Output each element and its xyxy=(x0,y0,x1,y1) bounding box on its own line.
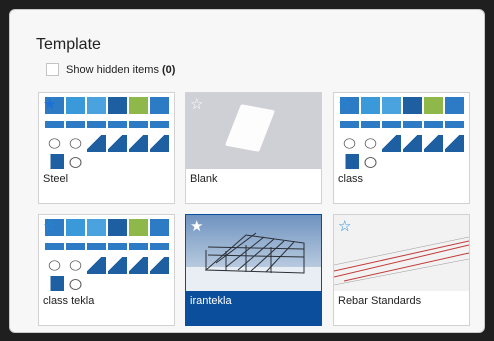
steel-profile-icon xyxy=(87,238,106,255)
steel-profile-icon xyxy=(66,97,85,114)
template-label: class xyxy=(338,173,364,185)
steel-profile-icon xyxy=(108,97,127,114)
steel-profile-icon xyxy=(45,116,64,133)
steel-profile-icon xyxy=(108,257,127,274)
star-outline-icon[interactable]: ☆ xyxy=(43,219,56,234)
star-filled-icon[interactable]: ★ xyxy=(190,219,203,234)
steel-profile-icon xyxy=(150,257,169,274)
steel-profile-icon xyxy=(129,97,148,114)
panel-title: Template xyxy=(36,36,101,53)
template-label: class tekla xyxy=(43,295,95,307)
steel-profile-icon xyxy=(108,116,127,133)
steel-profile-icon xyxy=(45,257,64,274)
steel-profile-icon xyxy=(45,276,64,291)
steel-profile-icon xyxy=(66,135,85,152)
class-thumbnail xyxy=(334,93,469,169)
steel-profile-icon xyxy=(45,238,64,255)
class-tekla-thumbnail xyxy=(39,215,174,291)
steel-profile-icon xyxy=(150,135,169,152)
steel-profile-icon xyxy=(66,219,85,236)
steel-profile-icon xyxy=(150,116,169,133)
blank-thumbnail xyxy=(186,93,321,169)
star-outline-icon[interactable]: ☆ xyxy=(338,219,351,234)
template-label: Rebar Standards xyxy=(338,295,422,307)
steel-profile-icon xyxy=(66,257,85,274)
steel-profile-icon xyxy=(45,154,64,169)
steel-profile-icon xyxy=(66,116,85,133)
show-hidden-label[interactable]: Show hidden items (0) xyxy=(66,64,175,76)
steel-profile-icon xyxy=(340,116,359,133)
rebar-thumbnail xyxy=(334,215,469,291)
steel-profile-icon xyxy=(87,219,106,236)
steel-profile-icon xyxy=(361,116,380,133)
steel-profile-icon xyxy=(403,116,422,133)
template-label: Steel xyxy=(43,173,69,185)
steel-profile-icon xyxy=(445,135,464,152)
steel-profile-icon xyxy=(340,154,359,169)
template-card-class-tekla[interactable]: ☆ class tekla xyxy=(38,214,175,326)
steel-profile-icon xyxy=(129,257,148,274)
steel-profile-icon xyxy=(361,135,380,152)
template-card-irantekla[interactable]: ★ irantekla xyxy=(185,214,322,326)
steel-profile-icon xyxy=(129,116,148,133)
template-label: Blank xyxy=(190,173,218,185)
steel-profile-icon xyxy=(87,116,106,133)
steel-thumbnail xyxy=(39,93,174,169)
structure-render-image xyxy=(186,215,321,291)
steel-profile-icon xyxy=(108,219,127,236)
template-label: irantekla xyxy=(190,295,232,307)
steel-profile-icon xyxy=(66,238,85,255)
steel-profile-icon xyxy=(382,116,401,133)
steel-profile-icon xyxy=(129,219,148,236)
steel-profile-icon xyxy=(150,219,169,236)
template-card-class[interactable]: ☆ class xyxy=(333,92,470,204)
hidden-count: (0) xyxy=(162,64,176,76)
steel-profile-icon xyxy=(403,97,422,114)
steel-profile-icon xyxy=(129,238,148,255)
irantekla-thumbnail xyxy=(186,215,321,291)
steel-profile-icon xyxy=(361,154,380,169)
steel-profile-icon xyxy=(361,97,380,114)
steel-profile-icon xyxy=(66,276,85,291)
template-card-blank[interactable]: ☆ Blank xyxy=(185,92,322,204)
steel-profile-icon xyxy=(424,135,443,152)
steel-profile-icon xyxy=(403,135,422,152)
steel-profile-icon xyxy=(108,238,127,255)
steel-profile-icon xyxy=(340,135,359,152)
template-card-steel[interactable]: ★ Steel xyxy=(38,92,175,204)
steel-profile-icon xyxy=(445,97,464,114)
rebar-render-image xyxy=(334,215,469,291)
steel-profile-icon xyxy=(87,257,106,274)
steel-profile-icon xyxy=(129,135,148,152)
star-filled-icon[interactable]: ★ xyxy=(43,97,56,112)
steel-profile-icon xyxy=(424,116,443,133)
steel-profile-icon xyxy=(66,154,85,169)
star-outline-icon[interactable]: ☆ xyxy=(190,97,203,112)
steel-profile-icon xyxy=(382,135,401,152)
steel-profile-icon xyxy=(445,116,464,133)
show-hidden-checkbox[interactable] xyxy=(46,63,59,76)
steel-profile-icon xyxy=(87,97,106,114)
steel-profile-icon xyxy=(424,97,443,114)
template-card-rebar-standards[interactable]: ☆ Rebar Standards xyxy=(333,214,470,326)
steel-profile-icon xyxy=(150,97,169,114)
steel-profile-icon xyxy=(150,238,169,255)
steel-profile-icon xyxy=(87,135,106,152)
steel-profile-icon xyxy=(382,97,401,114)
star-outline-icon[interactable]: ☆ xyxy=(338,97,351,112)
steel-profile-icon xyxy=(45,135,64,152)
show-hidden-text: Show hidden items xyxy=(66,64,159,76)
steel-profile-icon xyxy=(108,135,127,152)
blank-page-icon xyxy=(224,104,276,152)
